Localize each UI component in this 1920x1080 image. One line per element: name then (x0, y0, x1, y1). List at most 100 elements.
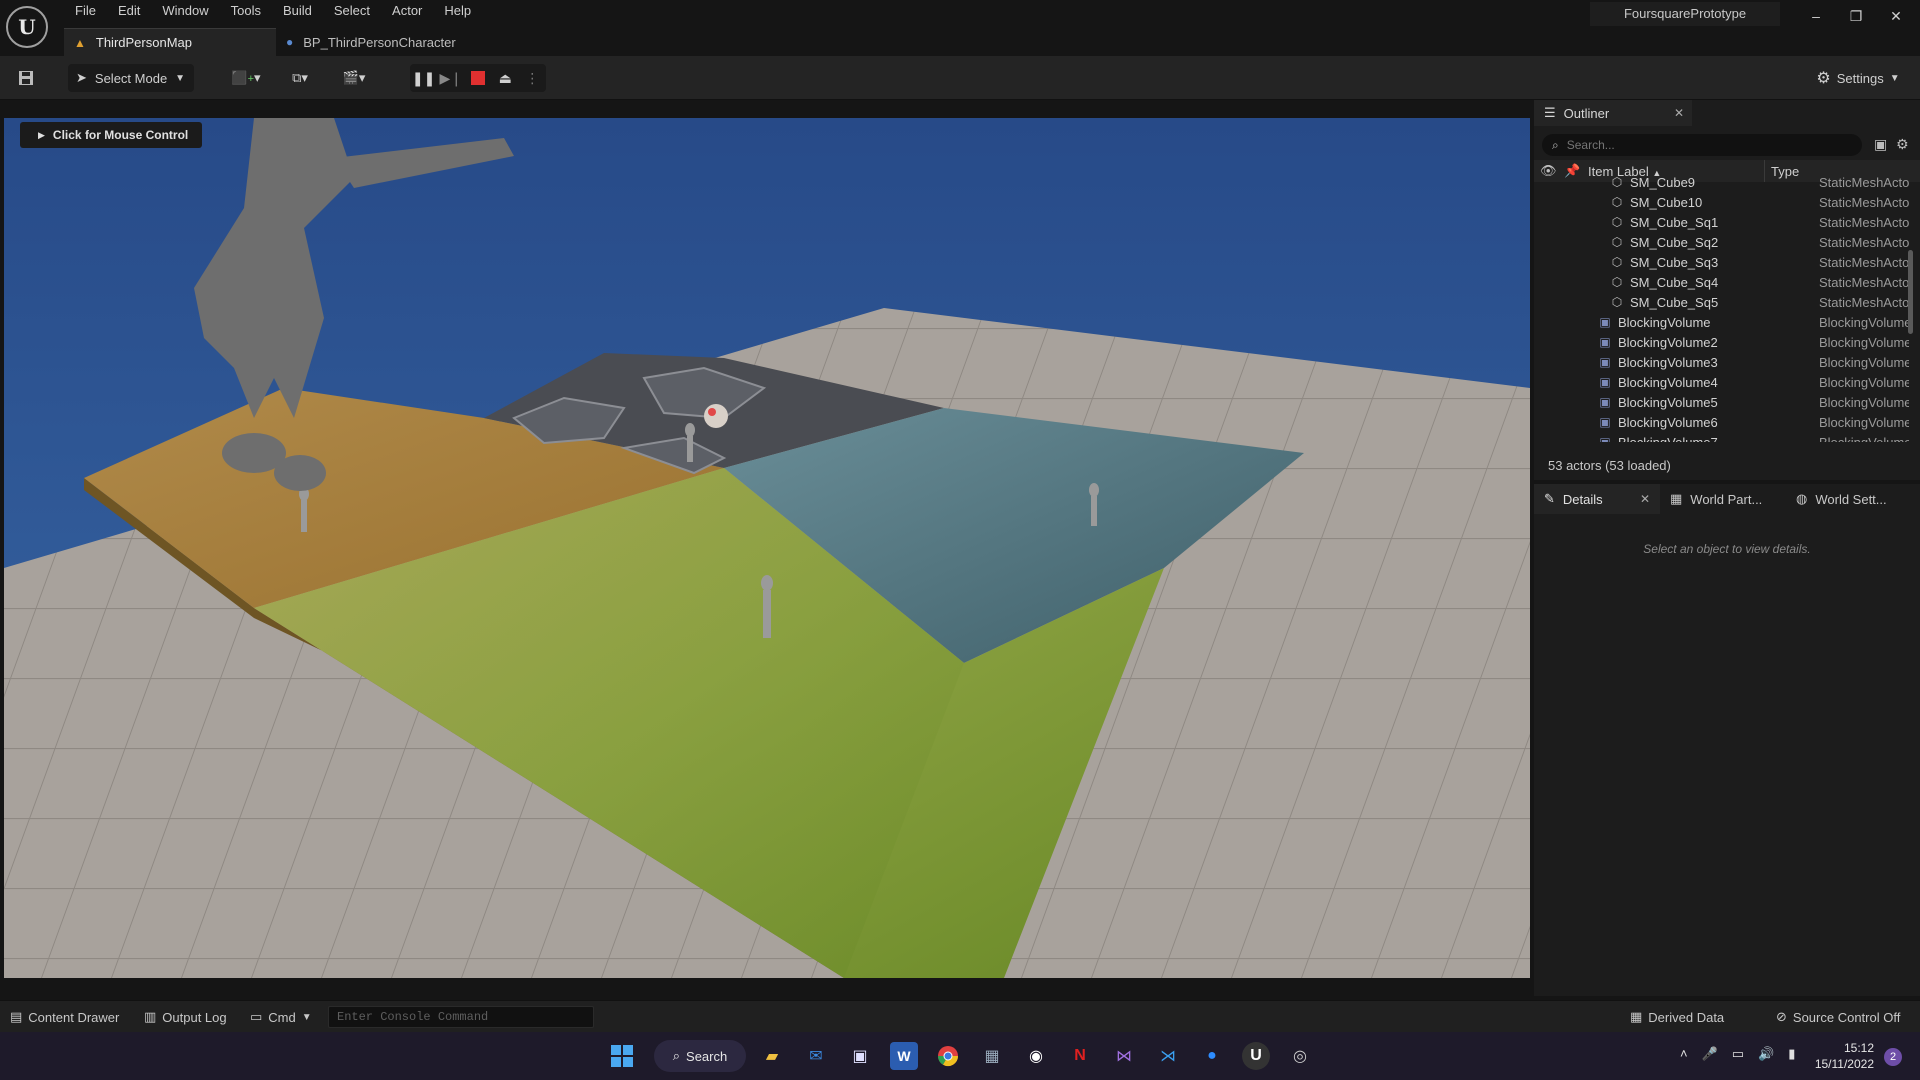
menu-edit[interactable]: Edit (107, 2, 151, 22)
outliner-row[interactable]: ▣ BlockingVolume5 BlockingVolume (1534, 392, 1910, 412)
outliner-search-input[interactable] (1566, 138, 1837, 152)
folder-add-icon[interactable]: ▣ (1874, 136, 1887, 153)
menu-window[interactable]: Window (151, 2, 219, 22)
blueprints-button[interactable]: ⧉▾ (280, 64, 320, 92)
world-settings-tab-label: World Sett... (1815, 491, 1887, 507)
outliner-row-type: StaticMeshActor (1819, 234, 1909, 250)
vscode-icon[interactable]: ⋊ (1154, 1042, 1182, 1070)
taskbar-clock[interactable]: 15:12 15/11/2022 (1814, 1040, 1874, 1072)
outliner-row[interactable]: ⬡ SM_Cube_Sq3 StaticMeshActor (1534, 252, 1910, 272)
outliner-row[interactable]: ⬡ SM_Cube_Sq5 StaticMeshActor (1534, 292, 1910, 312)
static-mesh-icon: ⬡ (1611, 175, 1623, 189)
microphone-icon[interactable]: 🎤 (1702, 1046, 1718, 1062)
close-button[interactable]: ✕ (1876, 2, 1916, 30)
tab-world-settings[interactable]: ◍ World Sett... (1786, 484, 1920, 514)
outliner-row-label: SM_Cube_Sq5 (1630, 294, 1719, 310)
step-icon: ▶❘ (439, 69, 463, 86)
menu-actor[interactable]: Actor (381, 2, 433, 22)
word-icon[interactable]: W (890, 1042, 918, 1070)
add-actor-button[interactable]: ⬛+▾ (226, 64, 266, 92)
minimize-button[interactable]: – (1796, 2, 1836, 30)
pause-button[interactable]: ❚❚ (410, 64, 437, 92)
menu-help[interactable]: Help (433, 2, 482, 22)
level-viewport[interactable]: ▶ Click for Mouse Control (4, 118, 1530, 978)
chevron-up-icon[interactable]: ˄ (1680, 1046, 1688, 1062)
outliner-list: ⬡ SM_Cube9 StaticMeshActor ⬡ SM_Cube10 Static… (1534, 172, 1910, 443)
outliner-scrollbar[interactable] (1908, 250, 1913, 334)
mail-icon[interactable]: ✉ (802, 1042, 830, 1070)
cmd-dropdown[interactable]: ▭ Cmd ▼ (250, 1001, 312, 1033)
eject-button[interactable]: ⏏ (492, 64, 519, 92)
outliner-row[interactable]: ▣ BlockingVolume BlockingVolume (1534, 312, 1910, 332)
chevron-down-icon: ▼ (175, 72, 186, 84)
outliner-row[interactable]: ▣ BlockingVolume7 BlockingVolume (1534, 432, 1910, 443)
gear-icon[interactable]: ⚙ (1896, 136, 1909, 153)
ring-app-icon[interactable]: ◉ (1022, 1042, 1050, 1070)
play-options-button[interactable]: ⋮ (519, 64, 546, 92)
tab-world-partition[interactable]: ▦ World Part... (1660, 484, 1786, 514)
close-icon[interactable]: ✕ (1640, 492, 1650, 506)
menu-build[interactable]: Build (272, 2, 323, 22)
settings-button[interactable]: ⚙ Settings ▼ (1810, 64, 1906, 92)
menu-select[interactable]: Select (323, 2, 381, 22)
outliner-row[interactable]: ▣ BlockingVolume3 BlockingVolume (1534, 352, 1910, 372)
save-icon[interactable] (10, 64, 42, 92)
derived-data-button[interactable]: ▦ Derived Data (1630, 1001, 1724, 1033)
status-bar: ▤ Content Drawer ▥ Output Log ▭ Cmd ▼ ▦ … (0, 1000, 1920, 1032)
menu-bar: File Edit Window Tools Build Select Acto… (64, 2, 482, 22)
source-control-label: Source Control Off (1792, 1009, 1901, 1025)
taskbar-search-button[interactable]: ⌕ Search (654, 1040, 746, 1072)
stop-button[interactable] (464, 64, 491, 92)
output-log-button[interactable]: ▥ Output Log (144, 1001, 227, 1033)
store-icon[interactable]: ▣ (846, 1042, 874, 1070)
unreal-logo-icon[interactable]: U (6, 6, 48, 48)
static-mesh-icon: ⬡ (1611, 255, 1623, 269)
visual-studio-icon[interactable]: ⋈ (1110, 1042, 1138, 1070)
netflix-icon[interactable]: N (1066, 1042, 1094, 1070)
globe-icon: ◍ (1796, 491, 1808, 506)
display-icon[interactable]: ▭ (1732, 1046, 1744, 1062)
outliner-row[interactable]: ▣ BlockingVolume4 BlockingVolume (1534, 372, 1910, 392)
menu-tools[interactable]: Tools (220, 2, 272, 22)
outliner-row[interactable]: ⬡ SM_Cube_Sq1 StaticMeshActor (1534, 212, 1910, 232)
zoom-icon[interactable]: ● (1198, 1042, 1226, 1070)
photos-icon[interactable]: ▦ (978, 1042, 1006, 1070)
mouse-control-button[interactable]: ▶ Click for Mouse Control (20, 122, 202, 148)
menu-file[interactable]: File (64, 2, 107, 22)
outliner-row[interactable]: ⬡ SM_Cube_Sq2 StaticMeshActor (1534, 232, 1910, 252)
unreal-engine-icon[interactable]: U (1242, 1042, 1270, 1070)
outliner-row[interactable]: ⬡ SM_Cube9 StaticMeshActor (1534, 172, 1910, 192)
file-explorer-icon[interactable]: ▰ (758, 1042, 786, 1070)
system-tray: ˄ 🎤 ▭ 🔊 ▮ (1680, 1046, 1795, 1062)
content-drawer-button[interactable]: ▤ Content Drawer (10, 1001, 119, 1033)
source-control-button[interactable]: ⊘ Source Control Off (1776, 1001, 1900, 1033)
battery-icon[interactable]: ▮ (1788, 1046, 1795, 1062)
tab-bp-third-person-character[interactable]: ● BP_ThirdPersonCharacter (276, 28, 488, 56)
close-icon[interactable]: ✕ (1674, 106, 1684, 120)
outliner-row[interactable]: ⬡ SM_Cube10 StaticMeshActor (1534, 192, 1910, 212)
derived-data-label: Derived Data (1648, 1009, 1725, 1025)
restore-button[interactable]: ❐ (1836, 2, 1876, 30)
chrome-icon[interactable] (934, 1042, 962, 1070)
outliner-row-type: BlockingVolume (1819, 354, 1909, 370)
blocking-volume-icon: ▣ (1599, 435, 1611, 442)
unity-hub-icon[interactable]: ◎ (1286, 1042, 1314, 1070)
tab-third-person-map[interactable]: ▲ ThirdPersonMap (64, 28, 276, 56)
tab-details[interactable]: ✎ Details ✕ (1534, 484, 1660, 514)
console-command-input[interactable] (328, 1006, 594, 1028)
windows-start-icon[interactable] (608, 1042, 636, 1070)
select-mode-dropdown[interactable]: ➤ Select Mode ▼ (68, 64, 194, 92)
outliner-row-type: StaticMeshActor (1819, 274, 1909, 290)
details-panel: ✎ Details ✕ ▦ World Part... ◍ World Sett… (1534, 484, 1920, 996)
stop-icon (471, 71, 485, 85)
select-mode-label: Select Mode (94, 70, 168, 86)
cursor-icon: ➤ (76, 70, 87, 85)
tab-outliner[interactable]: ☰ Outliner ✕ (1534, 100, 1692, 126)
cinematics-button[interactable]: 🎬▾ (334, 64, 374, 92)
outliner-row[interactable]: ▣ BlockingVolume2 BlockingVolume (1534, 332, 1910, 352)
notification-badge[interactable]: 2 (1884, 1048, 1902, 1066)
speaker-icon[interactable]: 🔊 (1758, 1046, 1774, 1062)
frame-skip-button[interactable]: ▶❘ (437, 64, 464, 92)
outliner-row[interactable]: ⬡ SM_Cube_Sq4 StaticMeshActor (1534, 272, 1910, 292)
outliner-row[interactable]: ▣ BlockingVolume6 BlockingVolume (1534, 412, 1910, 432)
